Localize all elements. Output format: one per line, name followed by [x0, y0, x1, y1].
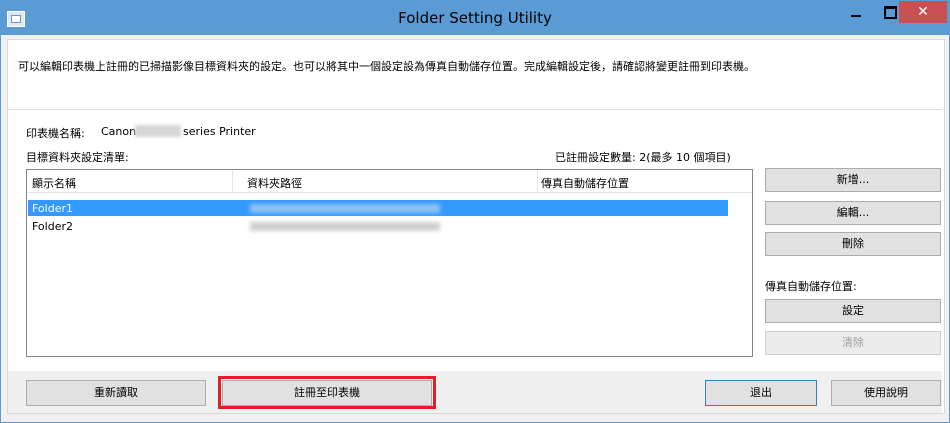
list-item-folder1[interactable]: Folder1	[28, 200, 728, 216]
folder-name: Folder1	[32, 202, 73, 215]
description-text: 可以編輯印表機上註冊的已掃描影像目標資料夾的設定。也可以將其中一個設定設為傳真自…	[18, 60, 755, 73]
minimize-button[interactable]	[841, 1, 871, 23]
edit-button[interactable]: 編輯...	[765, 201, 941, 225]
clear-button[interactable]: 清除	[765, 331, 941, 355]
registered-count: 已註冊設定數量: 2(最多 10 個項目)	[555, 151, 731, 164]
folder-list-title: 目標資料夾設定清單:	[26, 151, 129, 164]
printer-model-redacted	[135, 125, 181, 137]
folder-name: Folder2	[32, 220, 73, 233]
help-button[interactable]: 使用說明	[831, 380, 941, 406]
divider	[8, 109, 942, 110]
close-button[interactable]: ✕	[899, 1, 947, 23]
column-folder-path[interactable]: 資料夾路徑	[247, 175, 302, 191]
folder-path-redacted	[250, 204, 440, 213]
list-header: 顯示名稱 資料夾路徑 傳真自動儲存位置	[27, 170, 752, 193]
column-fax-location[interactable]: 傳真自動儲存位置	[541, 175, 629, 191]
folder-path-redacted	[250, 222, 440, 231]
column-display-name[interactable]: 顯示名稱	[32, 175, 76, 191]
register-to-printer-button[interactable]: 註冊至印表機	[222, 380, 432, 406]
fax-location-label: 傳真自動儲存位置:	[765, 280, 857, 293]
set-button[interactable]: 設定	[765, 299, 941, 323]
app-window: Folder Setting Utility ✕ 可以編輯印表機上註冊的已掃描影…	[0, 0, 950, 423]
exit-button[interactable]: 退出	[705, 380, 817, 406]
column-separator	[232, 170, 233, 192]
window-title: Folder Setting Utility	[398, 9, 552, 27]
folder-list[interactable]: 顯示名稱 資料夾路徑 傳真自動儲存位置 Folder1 Folder2	[26, 169, 753, 357]
reload-button[interactable]: 重新讀取	[26, 380, 206, 406]
title-bar[interactable]: Folder Setting Utility ✕	[1, 1, 949, 35]
printer-model-suffix: series Printer	[183, 125, 256, 138]
printer-model-prefix: Canon	[101, 125, 137, 138]
add-button[interactable]: 新增...	[765, 168, 941, 192]
printer-name-label: 印表機名稱:	[26, 127, 85, 140]
list-item-folder2[interactable]: Folder2	[28, 218, 728, 234]
column-separator	[537, 170, 538, 192]
delete-button[interactable]: 刪除	[765, 232, 941, 256]
